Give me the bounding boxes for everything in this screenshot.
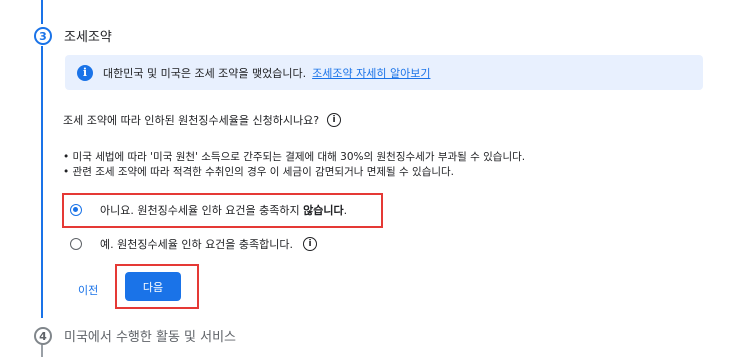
stepper-rail-top xyxy=(41,0,43,24)
option-yes-label: 예. 원천징수세율 인하 요건을 충족합니다. xyxy=(100,238,294,251)
treaty-question: 조세 조약에 따라 인하된 원천징수세율을 신청하시나요? i xyxy=(63,112,342,128)
prev-button[interactable]: 이전 xyxy=(78,282,98,298)
bullet-item: 관련 조세 조약에 따라 적격한 수취인의 경우 이 세금이 감면되거나 면제될… xyxy=(63,165,525,180)
step-4-title: 미국에서 수행한 활동 및 서비스 xyxy=(64,330,237,345)
question-text: 조세 조약에 따라 인하된 원천징수세율을 신청하시나요? xyxy=(63,114,320,127)
option-no[interactable]: 아니요. 원천징수세율 인하 요건을 충족하지 않습니다. xyxy=(70,202,347,218)
info-banner: i 대한민국 및 미국은 조세 조약을 맺었습니다. 조세조약 자세히 알아보기 xyxy=(65,55,703,90)
option-no-label: 아니요. 원천징수세율 인하 요건을 충족하지 않습니다. xyxy=(100,204,348,217)
radio-no[interactable] xyxy=(70,204,82,216)
info-text: 대한민국 및 미국은 조세 조약을 맺었습니다. xyxy=(103,66,307,80)
next-button[interactable]: 다음 xyxy=(125,272,181,301)
stepper-rail-bottom xyxy=(41,343,43,357)
treaty-learn-more-link[interactable]: 조세조약 자세히 알아보기 xyxy=(312,65,430,81)
info-icon: i xyxy=(77,64,93,81)
stepper-rail xyxy=(41,46,43,318)
step-3-title: 조세조약 xyxy=(64,30,112,45)
radio-yes[interactable] xyxy=(70,238,82,250)
help-icon[interactable]: i xyxy=(303,237,318,251)
info-bullets: 미국 세법에 따라 '미국 원천' 소득으로 간주되는 결제에 대해 30%의 … xyxy=(63,150,526,180)
help-icon[interactable]: i xyxy=(327,113,342,127)
step-3-number: 3 xyxy=(34,27,52,45)
bullet-item: 미국 세법에 따라 '미국 원천' 소득으로 간주되는 결제에 대해 30%의 … xyxy=(63,150,526,165)
option-yes[interactable]: 예. 원천징수세율 인하 요건을 충족합니다. i xyxy=(70,236,318,252)
step-4-number: 4 xyxy=(34,327,52,345)
